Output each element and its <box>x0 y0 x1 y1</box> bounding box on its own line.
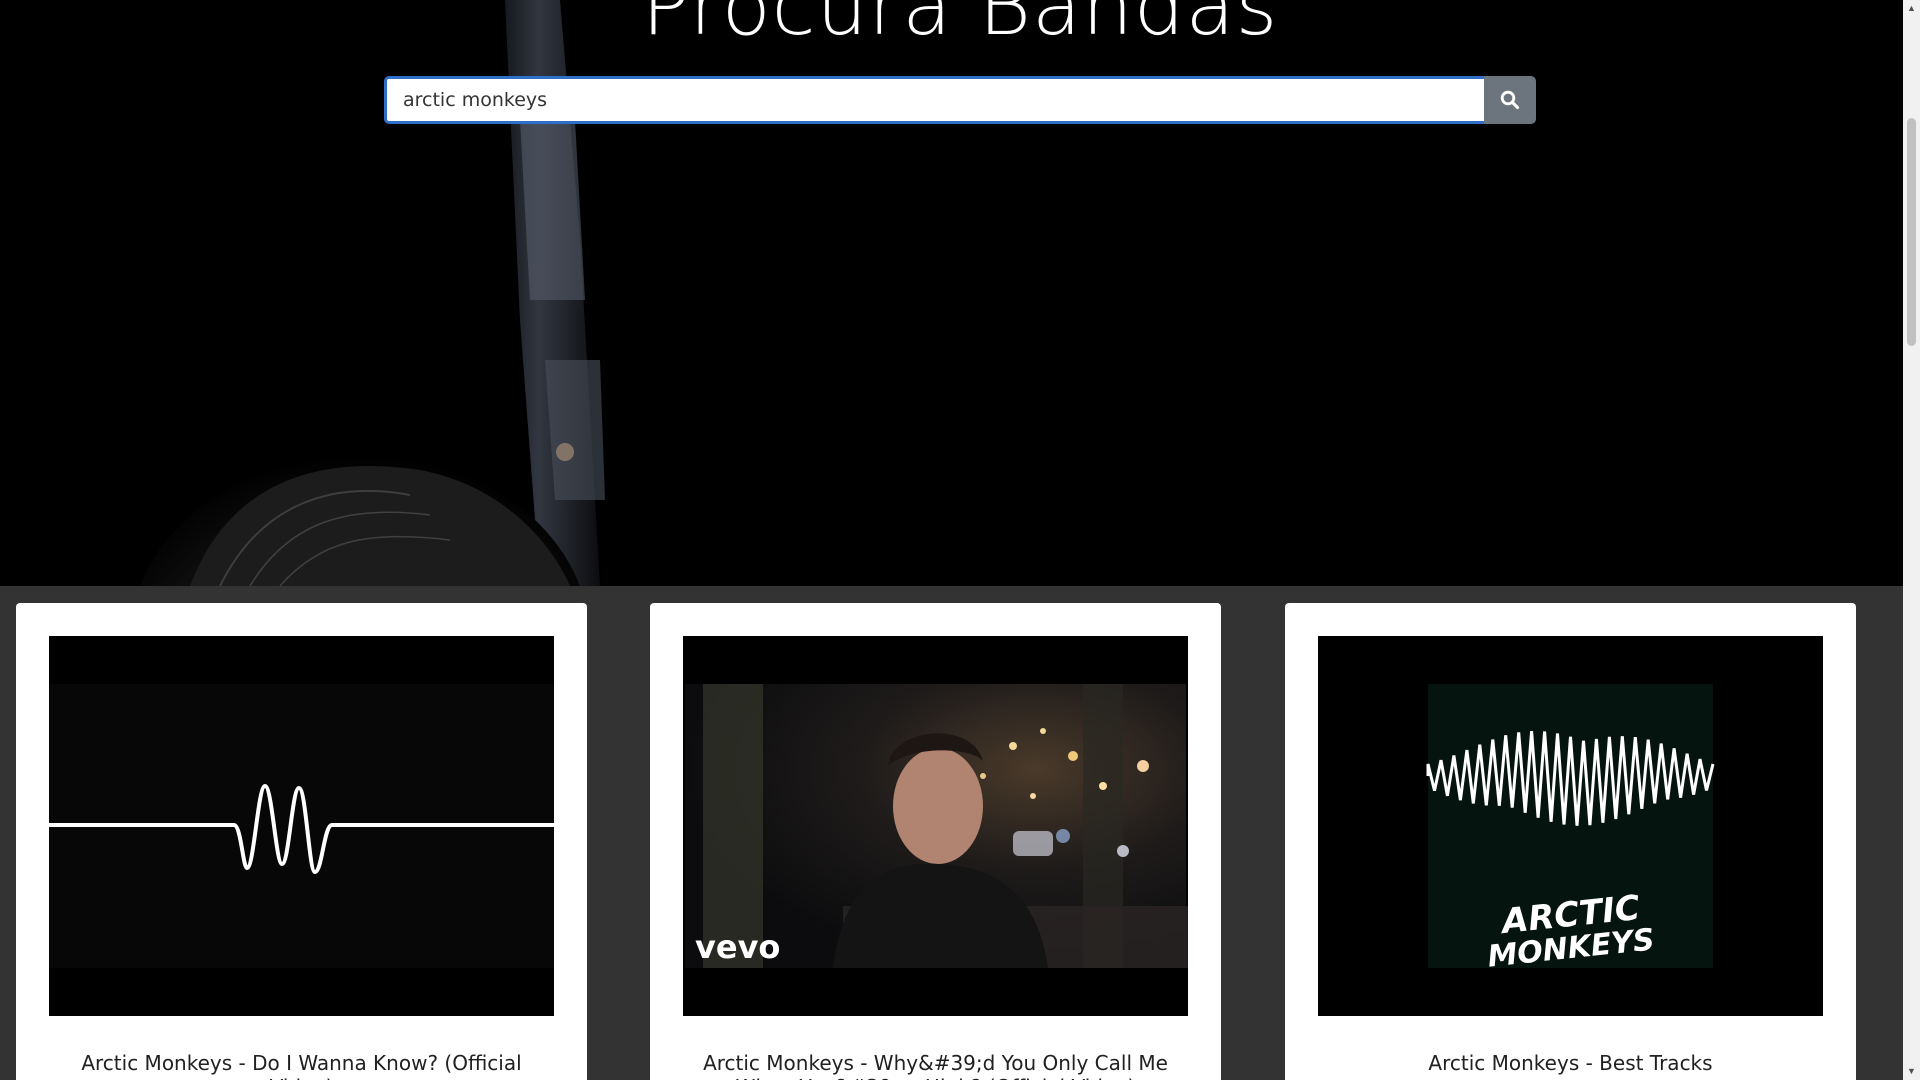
video-title[interactable]: Arctic Monkeys - Why&#39;d You Only Call… <box>690 1051 1181 1080</box>
scroll-down-arrow-icon[interactable]: ▼ <box>1903 1063 1920 1080</box>
vevo-watermark: vevo <box>695 928 780 966</box>
result-card[interactable]: Arctic Monkeys - Do I Wanna Know? (Offic… <box>16 603 587 1080</box>
scrollbar-thumb[interactable] <box>1907 118 1916 346</box>
scroll-up-arrow-icon[interactable]: ▲ <box>1903 0 1920 17</box>
search-input[interactable] <box>384 76 1484 124</box>
result-card[interactable]: ARCTIC MONKEYS Arctic Monkeys - Best Tra… <box>1285 603 1856 1080</box>
hero-banner: Procura Bandas <box>0 0 1903 586</box>
waveform-logo-image <box>49 636 554 1016</box>
video-thumbnail[interactable]: ARCTIC MONKEYS <box>1318 636 1823 1016</box>
video-title[interactable]: Arctic Monkeys - Do I Wanna Know? (Offic… <box>56 1051 547 1080</box>
video-title[interactable]: Arctic Monkeys - Best Tracks <box>1325 1051 1816 1075</box>
search-button[interactable] <box>1484 76 1536 124</box>
result-card[interactable]: vevo Arctic Monkeys - Why&#39;d You Only… <box>650 603 1221 1080</box>
page: Procura Bandas arctic monkeys Arctic Mon… <box>0 0 1920 1080</box>
am-album-cover-image: ARCTIC MONKEYS <box>1318 636 1823 1016</box>
search-icon <box>1500 90 1520 110</box>
music-video-still-image: vevo <box>683 636 1188 1016</box>
main-content: Procura Bandas arctic monkeys Arctic Mon… <box>0 0 1903 1080</box>
vertical-scrollbar[interactable]: ▲ ▼ <box>1903 0 1920 1080</box>
search-form <box>384 76 1536 124</box>
video-thumbnail[interactable] <box>49 636 554 1016</box>
results-section: Arctic Monkeys - Do I Wanna Know? (Offic… <box>0 586 1903 1080</box>
video-thumbnail[interactable]: vevo <box>683 636 1188 1016</box>
page-title: Procura Bandas <box>641 0 1279 53</box>
